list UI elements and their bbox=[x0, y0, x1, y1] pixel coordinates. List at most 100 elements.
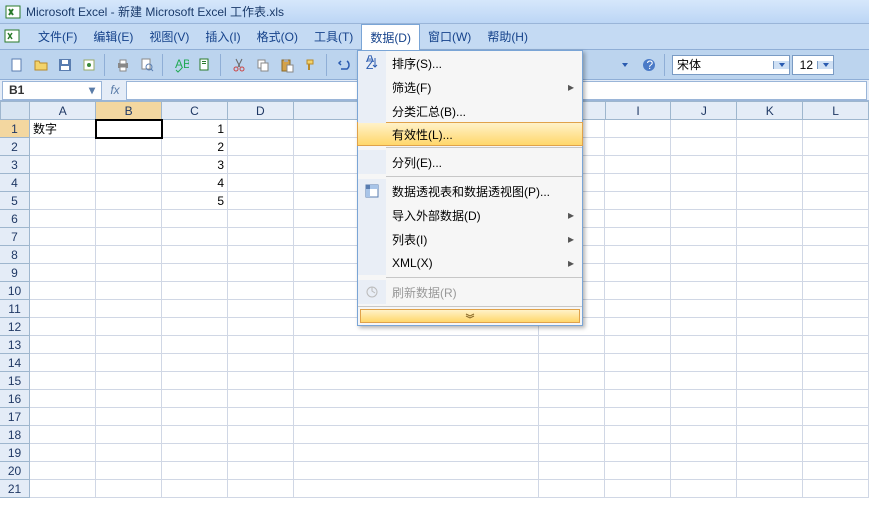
col-header-b[interactable]: B bbox=[96, 101, 162, 120]
cell[interactable] bbox=[671, 354, 737, 372]
cell[interactable] bbox=[737, 372, 803, 390]
cell[interactable] bbox=[605, 372, 671, 390]
cell[interactable] bbox=[803, 354, 869, 372]
cell[interactable] bbox=[30, 390, 96, 408]
cell[interactable] bbox=[228, 480, 294, 498]
cell[interactable] bbox=[737, 228, 803, 246]
chevron-down-icon[interactable]: ▾ bbox=[89, 83, 95, 97]
research-icon[interactable] bbox=[194, 54, 216, 76]
menu-item-subtotal[interactable]: 分类汇总(B)... bbox=[358, 99, 582, 123]
cell[interactable] bbox=[294, 462, 539, 480]
cell[interactable] bbox=[605, 120, 671, 138]
cell[interactable] bbox=[30, 426, 96, 444]
name-box[interactable]: B1 ▾ bbox=[2, 81, 102, 100]
cell[interactable] bbox=[737, 480, 803, 498]
cell[interactable] bbox=[30, 480, 96, 498]
cell[interactable] bbox=[162, 390, 228, 408]
cell[interactable] bbox=[671, 246, 737, 264]
cell[interactable] bbox=[671, 336, 737, 354]
cell[interactable] bbox=[737, 192, 803, 210]
cell[interactable] bbox=[737, 444, 803, 462]
cell[interactable] bbox=[228, 192, 294, 210]
cell[interactable] bbox=[539, 426, 605, 444]
help-icon[interactable]: ? bbox=[638, 54, 660, 76]
cell[interactable] bbox=[228, 282, 294, 300]
cell[interactable] bbox=[671, 192, 737, 210]
cell[interactable] bbox=[671, 444, 737, 462]
cell[interactable] bbox=[162, 408, 228, 426]
cell[interactable] bbox=[30, 354, 96, 372]
row-header[interactable]: 1 bbox=[0, 120, 30, 138]
cell[interactable] bbox=[162, 264, 228, 282]
cell[interactable] bbox=[96, 318, 162, 336]
cell[interactable] bbox=[96, 156, 162, 174]
cell[interactable] bbox=[162, 444, 228, 462]
row-header[interactable]: 5 bbox=[0, 192, 30, 210]
new-icon[interactable] bbox=[6, 54, 28, 76]
cell[interactable] bbox=[30, 336, 96, 354]
cell[interactable] bbox=[162, 228, 228, 246]
cell[interactable] bbox=[30, 246, 96, 264]
cell[interactable] bbox=[671, 462, 737, 480]
cell[interactable]: 4 bbox=[162, 174, 228, 192]
row-header[interactable]: 21 bbox=[0, 480, 30, 498]
cell[interactable] bbox=[30, 210, 96, 228]
cell[interactable] bbox=[671, 210, 737, 228]
cell[interactable] bbox=[605, 480, 671, 498]
permission-icon[interactable] bbox=[78, 54, 100, 76]
cell[interactable] bbox=[803, 426, 869, 444]
cell[interactable] bbox=[671, 174, 737, 192]
cell[interactable] bbox=[737, 354, 803, 372]
cell[interactable] bbox=[605, 264, 671, 282]
cut-icon[interactable] bbox=[228, 54, 250, 76]
col-header-a[interactable]: A bbox=[30, 101, 96, 120]
cell[interactable] bbox=[803, 246, 869, 264]
menu-insert[interactable]: 插入(I) bbox=[197, 24, 248, 49]
row-header[interactable]: 16 bbox=[0, 390, 30, 408]
cell[interactable] bbox=[539, 444, 605, 462]
font-size-combo[interactable]: 12 bbox=[792, 55, 834, 75]
cell[interactable]: 2 bbox=[162, 138, 228, 156]
cell[interactable] bbox=[228, 228, 294, 246]
cell[interactable] bbox=[605, 156, 671, 174]
cell[interactable] bbox=[605, 336, 671, 354]
cell[interactable] bbox=[671, 138, 737, 156]
row-header[interactable]: 9 bbox=[0, 264, 30, 282]
cell[interactable] bbox=[228, 390, 294, 408]
paste-icon[interactable] bbox=[276, 54, 298, 76]
cell[interactable] bbox=[671, 120, 737, 138]
cell[interactable] bbox=[737, 156, 803, 174]
cell[interactable] bbox=[605, 282, 671, 300]
cell[interactable] bbox=[162, 480, 228, 498]
col-header-l[interactable]: L bbox=[803, 101, 869, 120]
cell[interactable] bbox=[737, 462, 803, 480]
cell[interactable] bbox=[294, 426, 539, 444]
cell[interactable] bbox=[671, 282, 737, 300]
cell[interactable] bbox=[294, 444, 539, 462]
cell[interactable] bbox=[96, 138, 162, 156]
cell[interactable] bbox=[30, 192, 96, 210]
cell[interactable] bbox=[228, 408, 294, 426]
col-header-j[interactable]: J bbox=[671, 101, 737, 120]
cell[interactable] bbox=[30, 408, 96, 426]
cell[interactable] bbox=[162, 462, 228, 480]
col-header-i[interactable]: I bbox=[606, 101, 672, 120]
cell[interactable] bbox=[737, 300, 803, 318]
cell[interactable] bbox=[228, 462, 294, 480]
menu-window[interactable]: 窗口(W) bbox=[420, 24, 479, 49]
cell[interactable] bbox=[162, 300, 228, 318]
cell[interactable] bbox=[737, 318, 803, 336]
cell[interactable] bbox=[803, 336, 869, 354]
cell[interactable] bbox=[539, 354, 605, 372]
menu-item-validation[interactable]: 有效性(L)... bbox=[357, 122, 583, 146]
cell[interactable] bbox=[803, 480, 869, 498]
cell[interactable] bbox=[803, 264, 869, 282]
cell[interactable] bbox=[162, 426, 228, 444]
cell[interactable] bbox=[162, 354, 228, 372]
cell[interactable] bbox=[605, 246, 671, 264]
cell[interactable] bbox=[605, 426, 671, 444]
cell[interactable] bbox=[30, 300, 96, 318]
row-header[interactable]: 10 bbox=[0, 282, 30, 300]
cell[interactable] bbox=[30, 372, 96, 390]
cell[interactable] bbox=[96, 120, 162, 138]
